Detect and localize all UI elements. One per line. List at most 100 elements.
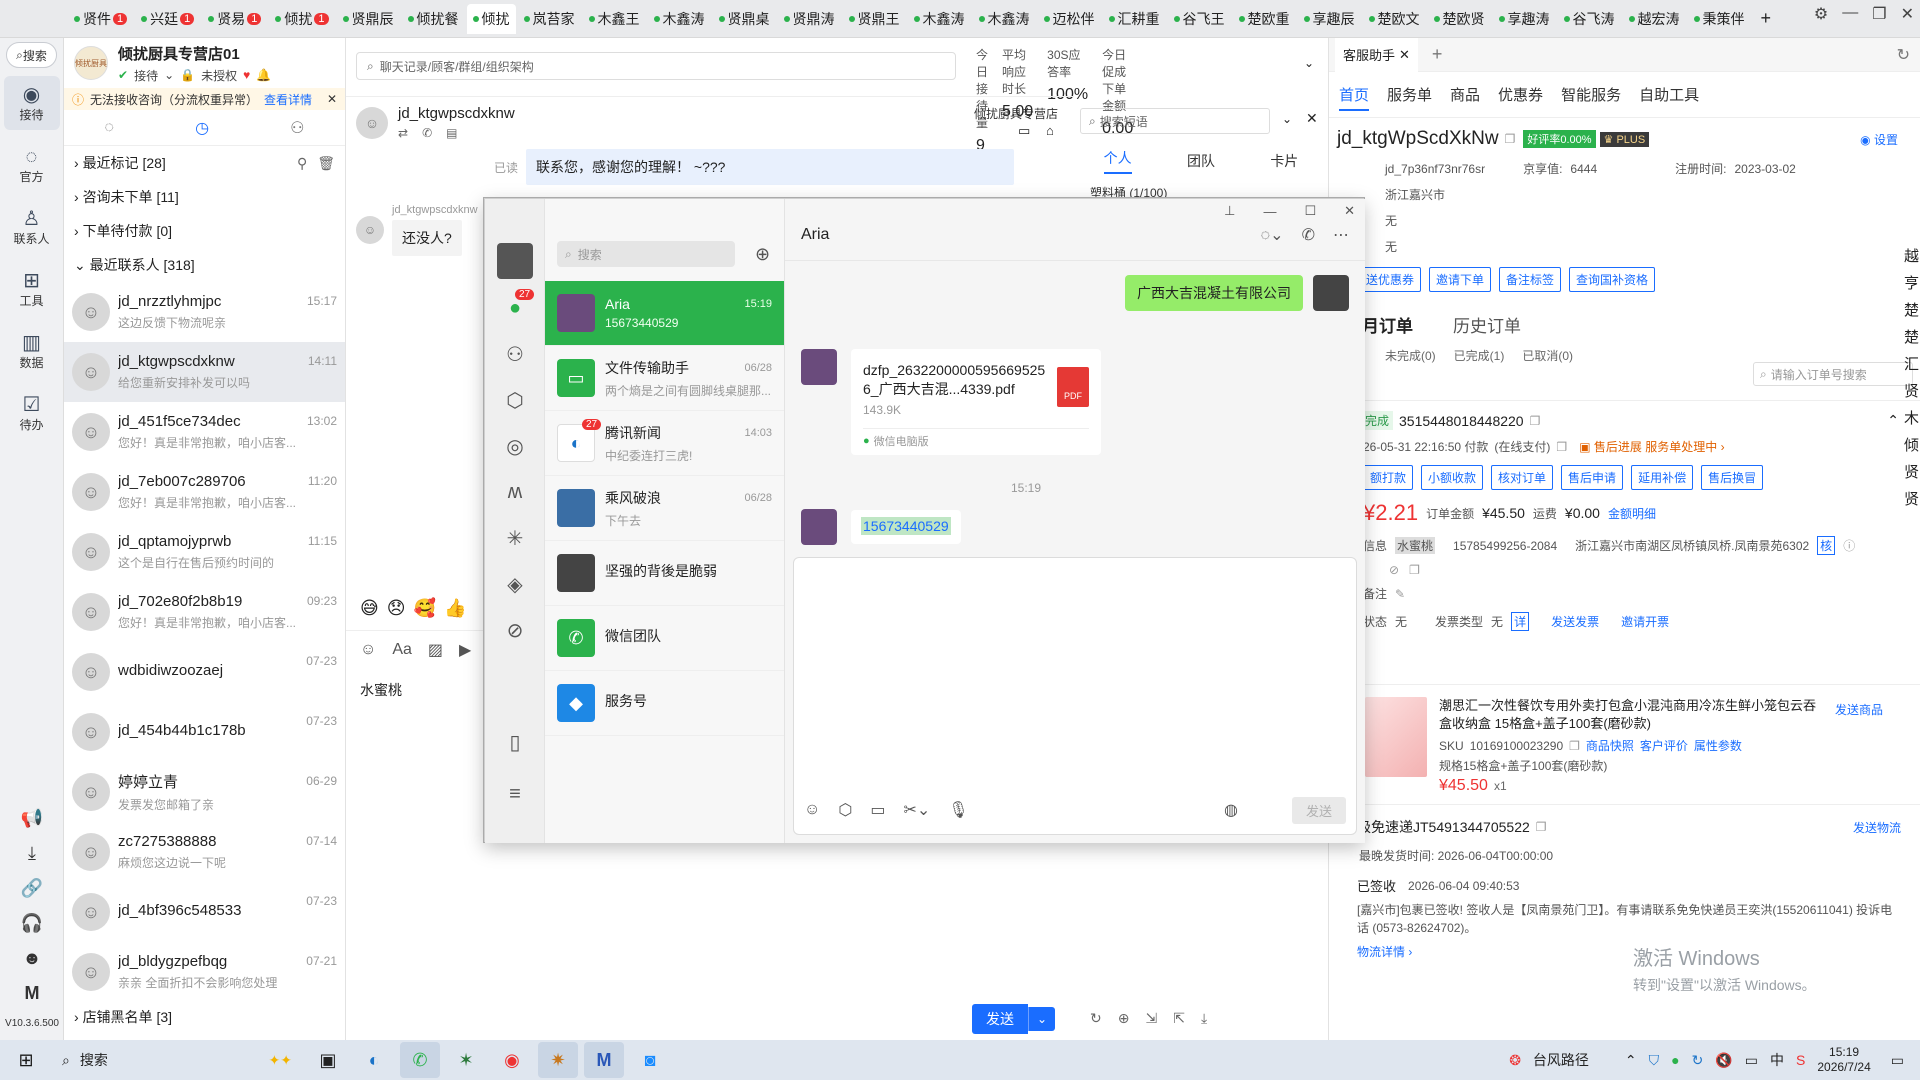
taskbar-search[interactable]: ⌕ 搜索 ✦✦ [52,1045,292,1075]
conversation-item[interactable]: ☺ jd_7eb007c289706 您好！真是非常抱歉，咱小店客... 11:20 [64,462,345,522]
nav-item[interactable]: ♙ 联系人 [4,200,60,254]
transfer-icon[interactable]: ⇄ [398,126,408,140]
call-icon[interactable]: ✆ [1302,225,1315,245]
shop-tab[interactable]: 木鑫涛 [908,4,971,34]
conversation-item[interactable]: ☺ jd_4bf396c548533 07-23 [64,882,345,942]
notification-icon[interactable]: ▭ [1891,1052,1904,1069]
helper-nav-tab[interactable]: 智能服务 [1561,84,1621,111]
invite-invoice-link[interactable]: 邀请开票 [1621,613,1669,630]
copy-icon[interactable]: ❐ [1530,414,1541,428]
reception-status[interactable]: 接待 [134,67,158,84]
shop-tab[interactable]: 岚苔家 [518,4,581,34]
trash-icon[interactable]: 🗑 [317,155,335,172]
quick-search-input[interactable]: ⌕ 搜索短语 [1080,108,1270,134]
shop-tab[interactable]: 谷飞涛 [1558,4,1621,34]
collapse-icon[interactable]: ⌃ [1887,412,1899,429]
conversation-item[interactable]: ☺ zc7275388888 麻烦您这边说一下呢 07-14 [64,822,345,882]
order-action-button[interactable]: 延用补偿 [1631,465,1694,490]
send-button[interactable]: 发送 [972,1004,1028,1034]
edge-label[interactable]: 贤 [1904,380,1919,401]
m-logo-icon[interactable]: M [25,983,40,1004]
phone-device-icon[interactable]: ▯ [485,719,545,765]
order-tab[interactable]: 历史订单 [1453,312,1521,337]
shop-tab[interactable]: 木鑫涛 [973,4,1036,34]
attribute-link[interactable]: 属性参数 [1694,737,1742,754]
quick-tab[interactable]: 团队 [1187,151,1215,171]
app-red-icon[interactable]: ◉ [492,1042,532,1078]
refresh-icon[interactable]: ↻ [1090,1010,1102,1027]
pin-icon[interactable]: ⊥ [1224,203,1235,219]
edit-icon[interactable]: ✎ [1395,587,1405,601]
nav-item[interactable]: ⊞ 工具 [4,262,60,316]
channels-icon[interactable]: ʍ [485,469,545,515]
hide-icon[interactable]: ⊘ [1389,563,1399,577]
download-icon[interactable]: ⤓ [28,843,36,864]
bot-icon[interactable]: ☻ [23,948,42,969]
add-tab-icon[interactable]: + [1432,44,1443,65]
helper-nav-tab[interactable]: 优惠券 [1498,84,1543,111]
more-icon[interactable]: ⋯ [1333,225,1349,245]
search-apps-icon[interactable]: ⊘ [485,607,545,653]
copy-icon[interactable]: ❐ [1409,563,1420,577]
conversation-item[interactable]: ☺ jd_454b44b1c178b 07-23 [64,702,345,762]
customer-review-link[interactable]: 客户评价 [1640,737,1688,754]
close-warning-icon[interactable]: ✕ [327,92,337,106]
add-icon[interactable]: ⊕ [1118,1010,1130,1027]
shop-tab[interactable]: 楚欧贤 [1428,4,1491,34]
edge-label[interactable]: 倾 [1904,434,1919,455]
warning-link[interactable]: 查看详情 [264,91,312,108]
order-action-button[interactable]: 售后申请 [1561,465,1624,490]
phone-number[interactable]: 15673440529 [861,517,951,535]
smiley-icon[interactable]: ☺ [360,641,376,659]
order-search-input[interactable]: ⌕ 请输入订单号搜索 [1753,362,1913,386]
wechat-tray-icon[interactable]: ● [1671,1052,1679,1068]
conversation-item[interactable]: ☺ jd_nrzztlyhmjpc 这边反馈下物流呢亲 15:17 [64,282,345,342]
contacts-icon[interactable]: ⚇ [485,331,545,377]
wechat-contact[interactable]: 坚强的背後是脆弱 [545,541,784,606]
moments-icon[interactable]: ◎ [485,423,545,469]
order-action-button[interactable]: 核对订单 [1491,465,1554,490]
tray-expand-icon[interactable]: ⌃ [1625,1052,1637,1069]
weather-text[interactable]: 台风路径 [1533,1050,1589,1070]
helper-nav-tab[interactable]: 自助工具 [1639,84,1699,111]
app-star-icon[interactable]: ✶ [446,1042,486,1078]
global-search-button[interactable]: ⌕ 搜索 [6,42,57,68]
add-chat-icon[interactable]: ⊕ [755,244,770,265]
chat-options-icon[interactable]: ◌⌄ [1261,225,1284,245]
conversation-item[interactable]: ☺ jd_bldygzpefbqg 亲亲 全面折扣不会影响您处理 07-21 [64,942,345,1002]
send-invoice-link[interactable]: 发送发票 [1551,613,1599,630]
wechat-send-button[interactable]: 发送 [1291,797,1346,824]
close-quick-icon[interactable]: ✕ [1306,110,1318,127]
file-card[interactable]: dzfp_26322000005956695256_广西大吉混...4339.p… [851,349,1101,455]
after-sale-status[interactable]: ▣ 售后进展 服务单处理中 › [1579,438,1724,455]
share-icon[interactable]: ⌂ [1046,123,1054,138]
helper-tab[interactable]: 客服助手 ✕ [1335,38,1418,72]
collapse-icon[interactable]: ⌄ [1282,112,1292,126]
shop-tab[interactable]: 迈松伴 [1038,4,1101,34]
order-count-tab[interactable]: 已取消(0) [1522,347,1573,364]
order-action-button[interactable]: 小额收款 [1421,465,1484,490]
edge-label[interactable]: 楚 [1904,326,1919,347]
helper-nav-tab[interactable]: 商品 [1450,84,1480,111]
shop-tab[interactable]: 贤鼎辰 [337,4,400,34]
nav-item[interactable]: ◌ 官方 [4,138,60,192]
close-icon[interactable]: ✕ [1344,203,1355,219]
video-icon[interactable]: ▶ [459,640,471,660]
mute-icon[interactable]: 🔇 [1715,1052,1732,1069]
shop-tab[interactable]: 越宏涛 [1623,4,1686,34]
conversation-item[interactable]: ☺ wdbidiwzoozaej 07-23 [64,642,345,702]
shop-tab[interactable]: 兴廷 1 [135,4,200,34]
helper-nav-tab[interactable]: 服务单 [1387,84,1432,111]
wechat-search-input[interactable]: ⌕ 搜索 [557,241,735,267]
amount-detail-link[interactable]: 金额明细 [1608,505,1656,522]
emoji-icon[interactable]: 😅 [360,598,379,619]
voice-input-icon[interactable]: ◍ [1224,800,1238,820]
shop-tab[interactable]: 谷飞王 [1168,4,1231,34]
edge-label[interactable]: 贤 [1904,488,1919,509]
product-title[interactable]: 潮思汇一次性餐饮专用外卖打包盒小混沌商用冷冻生鲜小笼包云吞盒收纳盒 15格盒+盖… [1439,697,1819,733]
edge-label[interactable]: 汇 [1904,353,1919,374]
conversation-item[interactable]: ☺ jd_451f5ce734dec 您好！真是非常抱歉，咱小店客... 13:02 [64,402,345,462]
emoji-icon[interactable]: 🥰 [414,598,436,619]
wechat-contact[interactable]: Aria 15:19 15673440529 [545,281,784,346]
conversation-item[interactable]: ☺ 婷婷立青 发票发您邮箱了亲 06-29 [64,762,345,822]
